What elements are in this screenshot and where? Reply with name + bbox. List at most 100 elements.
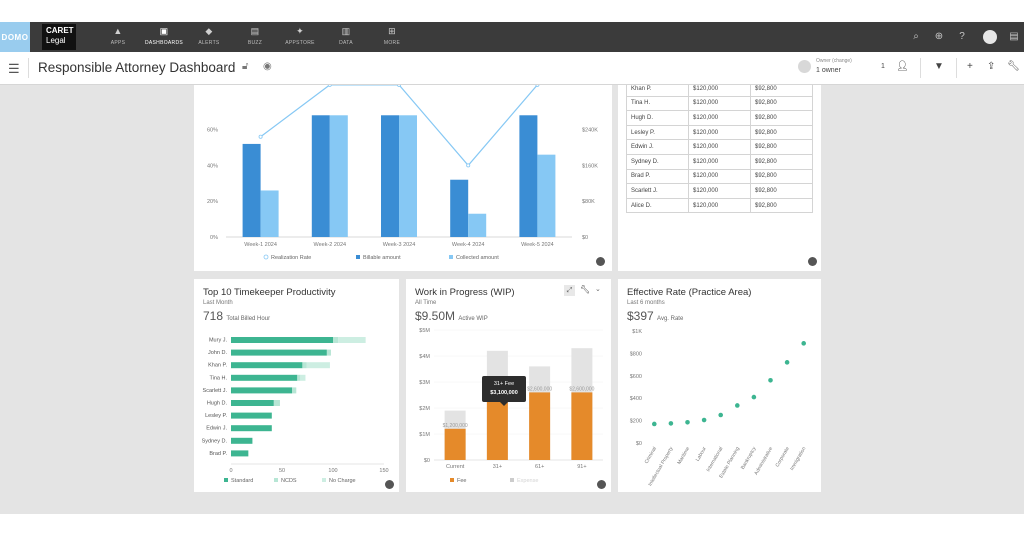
name-cell: Edwin J. bbox=[626, 139, 689, 155]
nav-data[interactable]: ▥ DATA bbox=[320, 26, 372, 46]
data-label: $1,200,000 bbox=[443, 423, 468, 429]
search-icon[interactable]: ⌕ bbox=[909, 30, 923, 44]
bar-ncds bbox=[273, 400, 280, 406]
realization-rate-point bbox=[535, 82, 540, 87]
y-axis-tick-label: $200 bbox=[630, 419, 642, 425]
table-row: Tina H. $120,000 $92,800 bbox=[626, 95, 813, 112]
legend-marker bbox=[224, 478, 228, 482]
person-circle-icon[interactable] bbox=[808, 257, 817, 266]
bar-fee bbox=[571, 392, 593, 460]
x-axis-tick-label: 31+ bbox=[493, 464, 502, 470]
bar-ncds bbox=[333, 337, 339, 343]
x-axis-tick-label: 100 bbox=[328, 468, 337, 474]
header-divider bbox=[28, 58, 29, 78]
table-row: Scarlett J. $120,000 $92,800 bbox=[626, 183, 813, 199]
owner-count: 1 owner bbox=[816, 67, 841, 74]
table-row: Khan P. $120,000 $92,800 bbox=[626, 85, 813, 97]
billable-cell: $120,000 bbox=[688, 95, 751, 112]
y-axis-tick-label: $400 bbox=[630, 396, 642, 402]
legend-marker bbox=[322, 478, 326, 482]
collected-cell: $92,800 bbox=[750, 139, 813, 155]
wrench-icon[interactable]: 🔧︎ bbox=[1007, 61, 1020, 72]
share-icon[interactable]: ⇪ bbox=[987, 61, 995, 72]
bar-billable bbox=[311, 115, 330, 237]
legend-label: Billable amount bbox=[363, 255, 401, 261]
collected-cell: $92,800 bbox=[750, 197, 813, 214]
bar-no-charge bbox=[300, 374, 306, 381]
tooltip-series: 31+ Fee bbox=[493, 381, 515, 387]
share-count: 1 bbox=[881, 63, 885, 70]
caret-legal-logo[interactable]: CARET Legal bbox=[42, 24, 76, 50]
realization-rate-point bbox=[327, 82, 332, 87]
x-axis-tick-label: Week-5 2024 bbox=[521, 242, 554, 248]
domo-logo[interactable]: DOMO bbox=[0, 22, 30, 52]
nav-apps[interactable]: ▲ APPS bbox=[92, 26, 144, 46]
nav-more[interactable]: ⊞ MORE bbox=[366, 26, 418, 46]
x-axis-tick-label: 0 bbox=[229, 468, 232, 474]
person-circle-icon[interactable] bbox=[596, 257, 605, 266]
y-axis-tick-label: 60% bbox=[207, 128, 218, 134]
chat-bubble-icon[interactable]: ▤ bbox=[1007, 30, 1021, 44]
lock-icon[interactable]: 🔓︎ bbox=[242, 61, 248, 72]
nav-alerts[interactable]: ◆ ALERTS bbox=[183, 26, 235, 46]
add-circle-icon[interactable]: ⊕ bbox=[932, 30, 946, 44]
category-label: Hugh D. bbox=[207, 401, 228, 407]
bar-collected bbox=[329, 115, 348, 237]
y-axis-tick-label: 40% bbox=[207, 163, 218, 169]
user-avatar[interactable] bbox=[983, 30, 997, 44]
name-cell: Scarlett J. bbox=[626, 183, 689, 199]
legend-label: Standard bbox=[231, 478, 253, 484]
billable-cell: $120,000 bbox=[688, 153, 751, 170]
nav-apps-label: APPS bbox=[110, 40, 126, 46]
productivity-card: Top 10 Timekeeper Productivity Last Mont… bbox=[194, 279, 399, 492]
tooltip-arrow bbox=[500, 402, 508, 406]
bar-billable bbox=[242, 143, 261, 237]
y-axis-tick-label: $5M bbox=[419, 328, 430, 334]
billable-cell: $120,000 bbox=[688, 139, 751, 155]
plus-icon[interactable]: + bbox=[967, 61, 973, 72]
person-circle-icon[interactable]: ◉ bbox=[263, 61, 272, 72]
name-cell: Lesley P. bbox=[626, 124, 689, 141]
bar-billable bbox=[450, 179, 469, 237]
bar-no-charge bbox=[306, 362, 330, 369]
legend-label: NCDS bbox=[281, 478, 297, 484]
legend-label: Fee bbox=[457, 478, 466, 484]
nav-appstore[interactable]: ✦ APPSTORE bbox=[274, 26, 326, 46]
bar-standard bbox=[231, 412, 272, 419]
bar-standard bbox=[231, 437, 253, 444]
person-circle-icon[interactable] bbox=[385, 480, 394, 489]
bar-standard bbox=[231, 349, 327, 356]
realization-card: 0% 20% 40% 60% $0 $80K $160K $240K Week-1 2024 We… bbox=[194, 82, 612, 271]
data-point bbox=[768, 377, 773, 383]
nav-more-label: MORE bbox=[383, 40, 401, 46]
category-label: Sydney D. bbox=[202, 438, 228, 444]
x-axis-tick-label: Current bbox=[446, 464, 465, 470]
legend-label: No Charge bbox=[329, 478, 356, 484]
help-icon[interactable]: ? bbox=[955, 30, 969, 44]
owner-change-label[interactable]: Owner (change) bbox=[816, 58, 852, 64]
filter-icon[interactable]: ▼ bbox=[934, 61, 944, 72]
bell-icon: ◆ bbox=[205, 26, 213, 36]
productivity-chart: Mury J. John D. Khan P. Tina H. Scarlett J. H… bbox=[202, 337, 389, 484]
add-user-icon[interactable]: 👤︎ bbox=[896, 61, 909, 72]
person-circle-icon[interactable] bbox=[597, 480, 606, 489]
page-title[interactable]: Responsible Attorney Dashboard bbox=[38, 60, 235, 75]
legend-marker bbox=[510, 478, 514, 482]
name-cell: Sydney D. bbox=[626, 153, 689, 170]
page-header: ☰ Responsible Attorney Dashboard 🔓︎ ◉ Ow… bbox=[0, 52, 1024, 85]
legend-label: Collected amount bbox=[456, 255, 499, 261]
owner-avatar[interactable] bbox=[798, 60, 811, 73]
billable-cell: $120,000 bbox=[688, 110, 751, 126]
appstore-icon: ✦ bbox=[296, 26, 304, 36]
category-label: John D. bbox=[208, 350, 227, 356]
x-axis-tick-label: Week-2 2024 bbox=[313, 242, 346, 248]
data-point bbox=[701, 417, 707, 423]
name-cell: Alice D. bbox=[626, 197, 689, 214]
data-point bbox=[685, 419, 690, 425]
menu-icon[interactable]: ☰ bbox=[8, 61, 20, 77]
timekeeper-table: Khan P. $120,000 $92,800 Tina H. $120,000 $92… bbox=[626, 85, 813, 214]
category-label: Lesley P. bbox=[205, 413, 227, 419]
table-row: Sydney D. $120,000 $92,800 bbox=[626, 153, 813, 170]
billable-cell: $120,000 bbox=[688, 168, 751, 185]
collected-cell: $92,800 bbox=[750, 168, 813, 185]
